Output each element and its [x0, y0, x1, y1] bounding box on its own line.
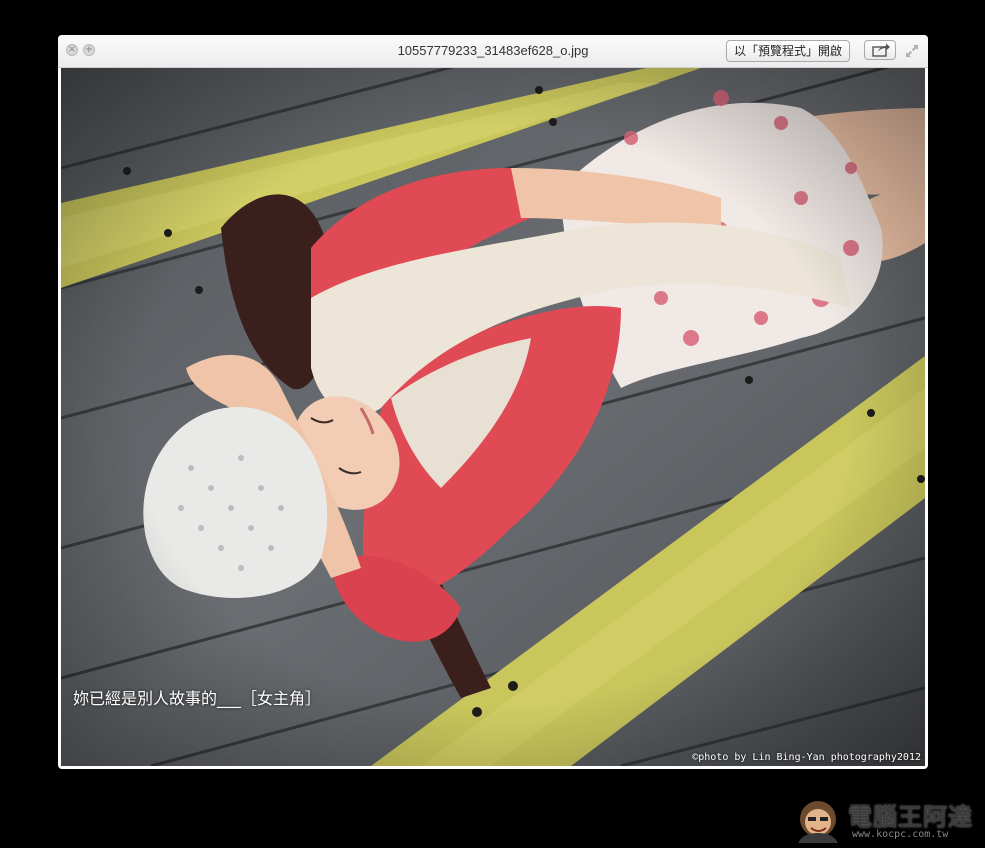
site-watermark: 電腦王阿達 www.kocpc.com.tw [790, 795, 980, 845]
share-button[interactable] [864, 40, 896, 60]
fullscreen-icon[interactable] [904, 43, 920, 59]
site-url: www.kocpc.com.tw [852, 829, 949, 840]
zoom-icon: + [84, 44, 94, 55]
quicklook-window: × + 10557779233_31483ef628_o.jpg 以「預覽程式」… [58, 35, 928, 769]
zoom-button[interactable]: + [83, 44, 95, 56]
open-with-preview-button[interactable]: 以「預覽程式」開啟 [726, 40, 851, 62]
close-icon: × [67, 44, 77, 55]
photo-credit: ©photo by Lin Bing-Yan photography2012 [692, 752, 921, 763]
share-icon [872, 43, 890, 57]
site-name: 電腦王阿達 [848, 803, 973, 831]
window-title: 10557779233_31483ef628_o.jpg [397, 43, 589, 58]
close-button[interactable]: × [66, 44, 78, 56]
photo-caption: 妳已經是別人故事的___［女主角］ [73, 689, 322, 708]
portrait-photo [61, 68, 925, 766]
title-bar[interactable]: × + 10557779233_31483ef628_o.jpg 以「預覽程式」… [58, 35, 928, 68]
preview-image: 妳已經是別人故事的___［女主角］ ©photo by Lin Bing-Yan… [61, 68, 925, 766]
mascot-logo-icon [798, 801, 838, 843]
